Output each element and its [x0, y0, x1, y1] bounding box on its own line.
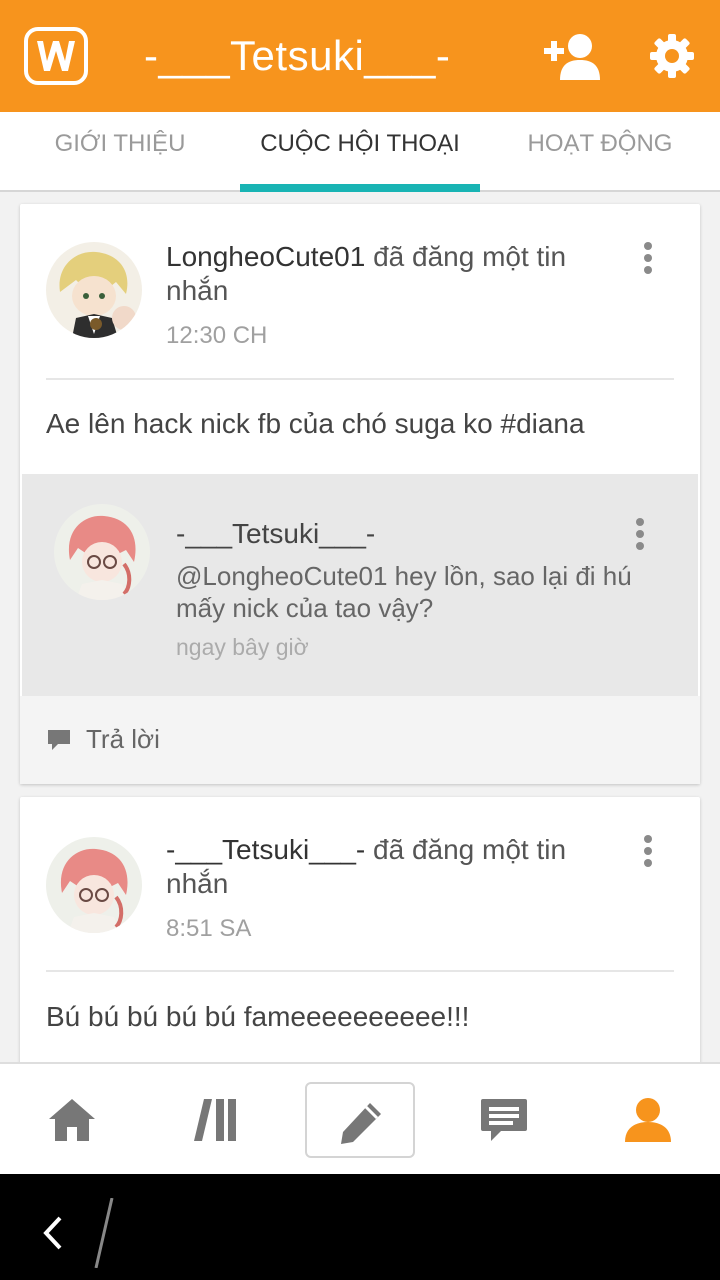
profile-title: -___Tetsuki___- — [144, 32, 451, 79]
post-timestamp: 12:30 CH — [166, 322, 268, 349]
reply-label: Trả lời — [86, 724, 160, 754]
nav-profile[interactable] — [576, 1064, 720, 1176]
post-header-text: -___Tetsuki___- đã đăng một tin nhắn — [166, 833, 606, 901]
nav-compose[interactable] — [305, 1082, 415, 1158]
nav-library[interactable] — [144, 1064, 288, 1176]
nav-messages[interactable] — [432, 1064, 576, 1176]
more-options-icon[interactable] — [636, 238, 660, 278]
post-author[interactable]: LongheoCute01 — [166, 241, 365, 272]
tab-activity[interactable]: HOẠT ĐỘNG — [480, 112, 720, 192]
back-icon[interactable] — [36, 1197, 136, 1269]
divider — [46, 970, 674, 972]
post-body: Bú bú bú bú bú fameeeeeeeeee!!! — [46, 1001, 470, 1032]
pencil-icon — [341, 1103, 381, 1144]
top-bar: -___Tetsuki___- — [0, 0, 720, 112]
post-author[interactable]: -___Tetsuki___- — [166, 834, 365, 865]
more-options-icon[interactable] — [628, 514, 652, 554]
avatar[interactable] — [54, 504, 150, 600]
post-body: Ae lên hack nick fb của chó suga ko #dia… — [46, 408, 585, 439]
home-icon — [49, 1099, 95, 1141]
reply-author[interactable]: -___Tetsuki___- — [176, 518, 375, 550]
message-card: -___Tetsuki___- đã đăng một tin nhắn 8:5… — [20, 797, 700, 1062]
conversation-feed: LongheoCute01 đã đăng một tin nhắn 12:30… — [0, 194, 720, 1062]
tab-conversations[interactable]: CUỘC HỘI THOẠI — [240, 112, 480, 192]
add-friend-icon[interactable] — [544, 32, 600, 82]
wattpad-logo-icon[interactable] — [24, 27, 88, 85]
post-timestamp: 8:51 SA — [166, 915, 252, 942]
reply-button[interactable]: Trả lời — [20, 696, 700, 784]
nav-home[interactable] — [0, 1064, 144, 1176]
divider — [46, 378, 674, 380]
library-icon — [194, 1099, 236, 1141]
system-navigation-bar — [0, 1174, 720, 1280]
bottom-navigation — [0, 1062, 720, 1174]
reply-text: @LongheoCute01 hey lồn, sao lại đi hú mấ… — [176, 561, 632, 623]
profile-icon — [625, 1098, 671, 1142]
tab-about[interactable]: GIỚI THIỆU — [0, 112, 240, 192]
chat-icon — [481, 1099, 527, 1141]
speech-bubble-icon — [48, 730, 70, 750]
app-screen: -___Tetsuki___- GIỚI THIỆU CUỘC HỘI THOẠ… — [0, 0, 720, 1280]
more-options-icon[interactable] — [636, 831, 660, 871]
avatar[interactable] — [46, 242, 142, 338]
post-header-text: LongheoCute01 đã đăng một tin nhắn — [166, 240, 606, 308]
gear-icon[interactable] — [650, 34, 694, 78]
reply-timestamp: ngay bây giờ — [176, 634, 309, 660]
message-card: LongheoCute01 đã đăng một tin nhắn 12:30… — [20, 204, 700, 784]
profile-tabs: GIỚI THIỆU CUỘC HỘI THOẠI HOẠT ĐỘNG — [0, 112, 720, 192]
reply-item: -___Tetsuki___- @LongheoCute01 hey lồn, … — [22, 474, 698, 696]
avatar[interactable] — [46, 837, 142, 933]
